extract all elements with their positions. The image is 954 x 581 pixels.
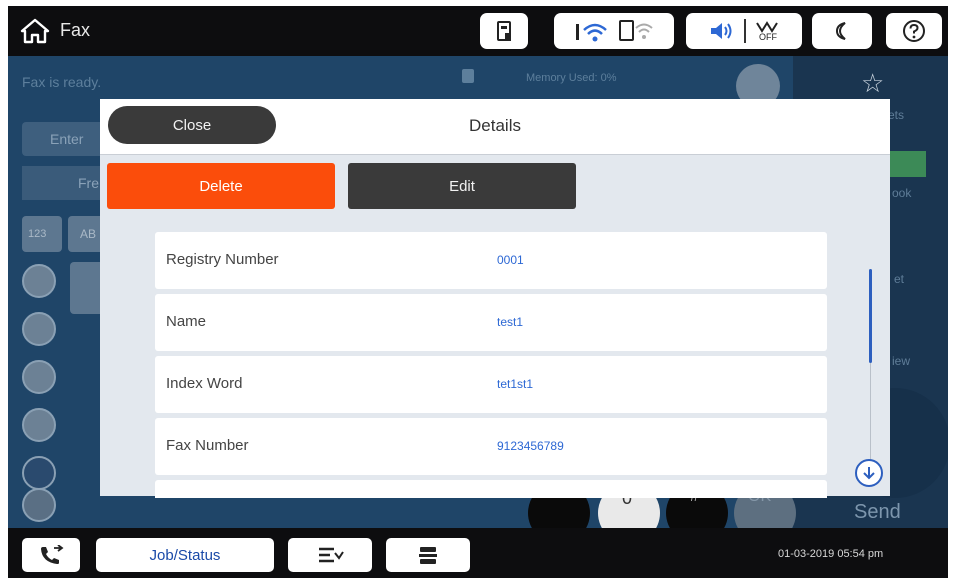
history-icon bbox=[22, 360, 56, 394]
mode-switch-button[interactable] bbox=[288, 538, 372, 572]
list-icon bbox=[22, 488, 56, 522]
close-button[interactable]: Close bbox=[108, 106, 276, 144]
sound-settings-button[interactable]: OFF bbox=[686, 13, 802, 49]
job-status-label: Job/Status bbox=[149, 546, 221, 564]
detail-label: Fax Number bbox=[166, 437, 249, 454]
wifi-direct-icon bbox=[619, 20, 653, 41]
side-label-reset: et bbox=[894, 272, 905, 286]
dialog-header: Details Close bbox=[100, 99, 890, 155]
separator bbox=[744, 19, 746, 43]
scrollbar-thumb[interactable] bbox=[869, 269, 872, 363]
storage-device-icon bbox=[497, 21, 511, 41]
lock-icon bbox=[462, 69, 474, 83]
fax-machine-icon bbox=[419, 547, 437, 564]
details-dialog: Details Close Delete Edit Registry Numbe… bbox=[100, 99, 890, 498]
add-contact-icon bbox=[22, 408, 56, 442]
scrollbar-track[interactable] bbox=[870, 363, 871, 463]
quiet-off-label: OFF bbox=[759, 31, 777, 42]
edit-button[interactable]: Edit bbox=[348, 163, 576, 209]
star-icon: ☆ bbox=[861, 68, 885, 98]
memory-used-text: Memory Used: 0% bbox=[526, 72, 617, 84]
wifi-icon bbox=[576, 23, 607, 42]
app-title: Fax bbox=[60, 20, 91, 40]
sleep-button[interactable] bbox=[812, 13, 872, 49]
help-button[interactable] bbox=[886, 13, 942, 49]
side-label-contacts: ook bbox=[892, 186, 912, 200]
phone-incoming-icon bbox=[41, 545, 64, 564]
quiet-mode-off-icon: OFF bbox=[756, 20, 780, 42]
detail-row-next-partial[interactable] bbox=[155, 480, 827, 498]
details-list: Registry Number 0001 Name test1 Index Wo… bbox=[155, 232, 827, 498]
help-icon bbox=[903, 20, 925, 42]
fax-machine-button[interactable] bbox=[386, 538, 470, 572]
side-label-presets: ets bbox=[888, 108, 905, 122]
search-icon bbox=[22, 264, 56, 298]
tab-numeric: 123 bbox=[22, 216, 62, 252]
detail-value: 9123456789 bbox=[497, 439, 564, 453]
detail-row-registry-number[interactable]: Registry Number 0001 bbox=[155, 232, 827, 289]
detail-row-name[interactable]: Name test1 bbox=[155, 294, 827, 351]
scroll-down-button[interactable] bbox=[855, 459, 883, 487]
printer-panel: Fax OFF Fax is ready. Memory Used: 0% En… bbox=[8, 6, 948, 578]
detail-value: tet1st1 bbox=[497, 377, 534, 391]
frequent-tab: Fre bbox=[22, 166, 112, 200]
detail-row-fax-number[interactable]: Fax Number 9123456789 bbox=[155, 418, 827, 475]
sleep-icon bbox=[835, 22, 846, 40]
detail-value: test1 bbox=[497, 315, 524, 329]
receive-mode-icon bbox=[319, 547, 344, 563]
delete-button[interactable]: Delete bbox=[107, 163, 335, 209]
storage-device-button[interactable] bbox=[480, 13, 528, 49]
top-bar: Fax OFF bbox=[8, 6, 948, 56]
detail-value: 0001 bbox=[497, 253, 524, 267]
job-status-button[interactable]: Job/Status bbox=[96, 538, 274, 572]
detail-label: Registry Number bbox=[166, 251, 279, 268]
bottom-bar: Job/Status 01-03-2019 05:54 pm bbox=[8, 528, 948, 578]
detail-label: Index Word bbox=[166, 375, 243, 392]
home-icon[interactable] bbox=[20, 17, 50, 45]
network-status-button[interactable] bbox=[554, 13, 674, 49]
fax-log-button[interactable] bbox=[22, 538, 80, 572]
date-time: 01-03-2019 05:54 pm bbox=[778, 548, 884, 560]
speaker-icon bbox=[711, 23, 732, 39]
side-label-preview: iew bbox=[892, 354, 911, 368]
send-label: Send bbox=[854, 501, 901, 523]
enter-recipient-button: Enter bbox=[22, 122, 112, 156]
arrow-down-icon bbox=[863, 467, 875, 480]
keypad-icon bbox=[22, 456, 56, 490]
fax-status-text: Fax is ready. bbox=[22, 74, 102, 90]
detail-row-index-word[interactable]: Index Word tet1st1 bbox=[155, 356, 827, 413]
detail-label: Name bbox=[166, 313, 207, 330]
group-dial-icon bbox=[22, 312, 56, 346]
